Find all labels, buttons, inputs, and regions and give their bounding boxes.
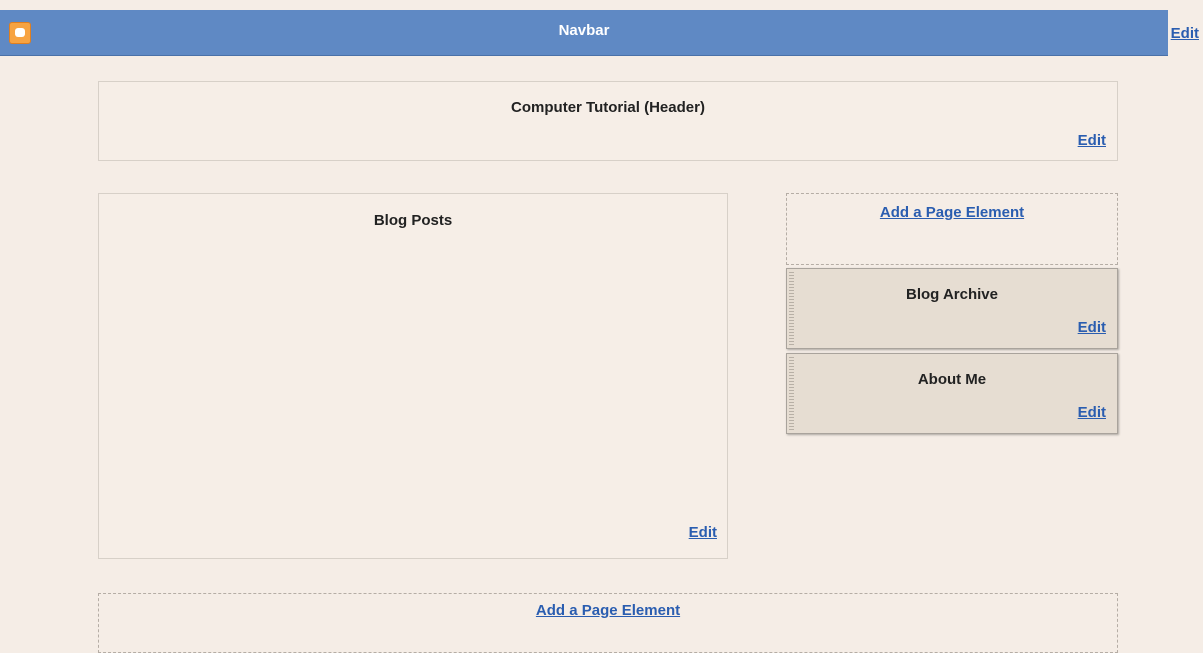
navbar-title: Navbar — [558, 22, 610, 39]
drag-handle[interactable] — [789, 357, 794, 430]
sidebar-add-element-link[interactable]: Add a Page Element — [787, 204, 1117, 221]
navbar: Navbar — [0, 10, 1168, 56]
footer-add-element-link[interactable]: Add a Page Element — [99, 602, 1117, 619]
footer-add-element-box: Add a Page Element — [98, 593, 1118, 653]
sidebar-add-element-box: Add a Page Element — [786, 193, 1118, 265]
header-edit-link[interactable]: Edit — [1078, 132, 1106, 149]
widget-title: Blog Archive — [906, 286, 998, 303]
blog-posts-edit-link[interactable]: Edit — [689, 524, 717, 541]
widget-about-me[interactable]: About Me Edit — [786, 353, 1118, 434]
header-title: Computer Tutorial (Header) — [511, 99, 705, 116]
widget-blog-archive[interactable]: Blog Archive Edit — [786, 268, 1118, 349]
navbar-edit-link[interactable]: Edit — [1171, 25, 1199, 42]
blog-posts-panel: Blog Posts Edit — [98, 193, 728, 559]
widget-title: About Me — [917, 371, 987, 388]
drag-handle[interactable] — [789, 272, 794, 345]
blog-posts-title: Blog Posts — [373, 212, 453, 229]
widget-edit-link[interactable]: Edit — [1078, 404, 1106, 421]
widget-edit-link[interactable]: Edit — [1078, 319, 1106, 336]
header-panel: Computer Tutorial (Header) Edit — [98, 81, 1118, 161]
